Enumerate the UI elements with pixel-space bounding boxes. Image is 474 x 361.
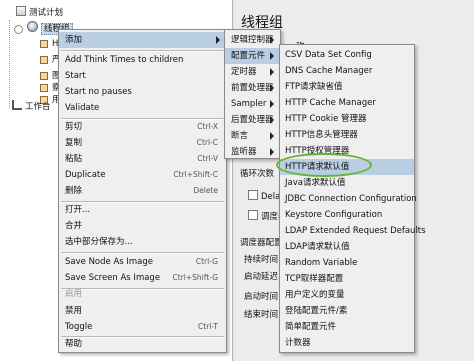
menu-item-help[interactable]: 帮助 — [59, 336, 226, 352]
config-item-java-defaults[interactable]: Java请求默认值 — [280, 175, 414, 191]
add-submenu: 逻辑控制器 配置元件 定时器 前置处理器 Sampler 后置处理器 断言 监听… — [224, 29, 281, 159]
menu-item-disable[interactable]: 禁用 — [59, 303, 226, 319]
menu-item-save-selection[interactable]: 选中部分保存为... — [59, 234, 226, 250]
menu-item-save-node-image[interactable]: Save Node As Image Ctrl-G — [59, 254, 226, 270]
submenu-arrow-icon — [270, 100, 274, 108]
config-item-keystore[interactable]: Keystore Configuration — [280, 207, 414, 223]
submenu-item-config-element[interactable]: 配置元件 — [225, 48, 280, 64]
workbench-icon — [12, 100, 22, 110]
config-item-tcp-sampler-config[interactable]: TCP取样器配置 — [280, 271, 414, 287]
submenu-item-assertion[interactable]: 断言 — [225, 128, 280, 144]
highlight-annotation-oval — [276, 153, 372, 177]
config-item-ftp-defaults[interactable]: FTP请求缺省值 — [280, 79, 414, 95]
config-item-random-variable[interactable]: Random Variable — [280, 255, 414, 271]
config-item-http-cookie[interactable]: HTTP Cookie 管理器 — [280, 111, 414, 127]
test-plan-icon — [16, 6, 26, 16]
submenu-arrow-icon — [270, 116, 274, 124]
submenu-arrow-icon — [270, 68, 274, 76]
menu-item-cut[interactable]: 剪切 Ctrl-X — [59, 119, 226, 135]
submenu-arrow-icon — [270, 36, 274, 44]
sampler-icon — [40, 40, 48, 48]
menu-item-enable[interactable]: 启用 — [59, 286, 226, 302]
delay-checkbox[interactable] — [248, 190, 258, 200]
config-item-jdbc-connection[interactable]: JDBC Connection Configuration — [280, 191, 417, 207]
submenu-arrow-icon — [216, 36, 220, 44]
submenu-arrow-icon — [270, 52, 274, 60]
submenu-arrow-icon — [270, 84, 274, 92]
duration-label: 持续时间 — [244, 255, 279, 265]
thread-group-icon — [27, 21, 38, 32]
menu-item-paste[interactable]: 粘贴 Ctrl-V — [59, 151, 226, 167]
tree-connector — [9, 20, 10, 108]
loop-count-label: 循环次数 — [240, 169, 275, 179]
menu-item-start[interactable]: Start — [59, 68, 226, 84]
config-item-counter[interactable]: 计数器 — [280, 335, 414, 351]
menu-item-add[interactable]: 添加 — [59, 32, 226, 48]
config-element-submenu: CSV Data Set Config DNS Cache Manager FT… — [279, 44, 426, 353]
menu-item-start-no-pauses[interactable]: Start no pauses — [59, 84, 226, 100]
submenu-arrow-icon — [270, 132, 274, 140]
config-item-login-config[interactable]: 登陆配置元件/素 — [280, 303, 414, 319]
submenu-item-sampler[interactable]: Sampler — [225, 96, 280, 112]
config-item-csv-data-set[interactable]: CSV Data Set Config — [280, 47, 414, 63]
listener-icon — [40, 56, 48, 64]
tree-node-workbench[interactable]: 工作台 — [12, 100, 51, 114]
listener-icon — [40, 84, 48, 92]
context-menu: 添加 Add Think Times to children Start Sta… — [58, 29, 227, 353]
submenu-arrow-icon — [270, 148, 274, 156]
config-item-http-header[interactable]: HTTP信息头管理器 — [280, 127, 414, 143]
scheduler-checkbox[interactable] — [248, 210, 258, 220]
menu-item-merge[interactable]: 合并 — [59, 218, 226, 234]
menu-item-open[interactable]: 打开... — [59, 202, 226, 218]
menu-item-validate[interactable]: Validate — [59, 100, 226, 116]
tree-node-test-plan[interactable]: 测试计划 — [16, 6, 63, 20]
tree-expand-toggle[interactable] — [14, 25, 23, 34]
submenu-item-logic-controller[interactable]: 逻辑控制器 — [225, 32, 280, 48]
end-time-label: 结束时间 — [244, 310, 279, 320]
menu-item-add-think-times[interactable]: Add Think Times to children — [59, 52, 226, 68]
submenu-item-post-processor[interactable]: 后置处理器 — [225, 112, 280, 128]
config-item-dns-cache[interactable]: DNS Cache Manager — [280, 63, 414, 79]
scheduler-config-label: 调度器配置 — [240, 238, 283, 248]
listener-icon — [40, 72, 48, 80]
submenu-item-listener[interactable]: 监听器 — [225, 144, 280, 160]
config-item-http-cache[interactable]: HTTP Cache Manager — [280, 95, 414, 111]
menu-item-toggle[interactable]: Toggle Ctrl-T — [59, 319, 226, 335]
submenu-item-timer[interactable]: 定时器 — [225, 64, 280, 80]
config-item-ldap-extended[interactable]: LDAP Extended Request Defaults — [280, 223, 426, 239]
menu-item-copy[interactable]: 复制 Ctrl-C — [59, 135, 226, 151]
start-time-label: 启动时间 — [244, 292, 279, 302]
submenu-item-pre-processor[interactable]: 前置处理器 — [225, 80, 280, 96]
startup-delay-label: 启动延迟 — [244, 272, 279, 282]
menu-item-save-screen-image[interactable]: Save Screen As Image Ctrl+Shift-G — [59, 270, 226, 286]
config-item-user-defined-variables[interactable]: 用户定义的变量 — [280, 287, 414, 303]
menu-item-duplicate[interactable]: Duplicate Ctrl+Shift-C — [59, 167, 226, 183]
config-item-ldap-defaults[interactable]: LDAP请求默认值 — [280, 239, 414, 255]
config-item-simple-config[interactable]: 简单配置元件 — [280, 319, 414, 335]
menu-item-remove[interactable]: 删除 Delete — [59, 183, 226, 199]
